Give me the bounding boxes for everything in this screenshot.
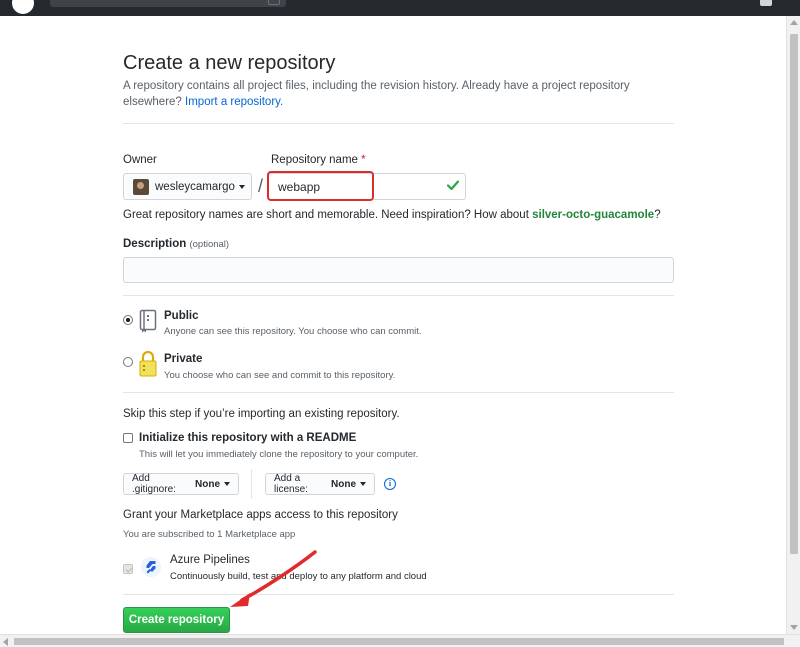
chevron-down-icon: [238, 184, 245, 189]
divider: [123, 295, 674, 296]
slash-shortcut-icon: [268, 0, 280, 5]
search-input[interactable]: [50, 0, 286, 7]
required-mark: *: [361, 154, 366, 166]
owner-avatar: [133, 178, 149, 195]
lock-icon: [139, 350, 157, 377]
description-label-text: Description: [123, 238, 187, 250]
scroll-down-icon[interactable]: [790, 625, 798, 630]
horizontal-scrollbar[interactable]: [0, 634, 800, 647]
public-description: Anyone can see this repository. You choo…: [164, 326, 422, 337]
description-input[interactable]: [123, 257, 674, 283]
azure-pipelines-checkbox[interactable]: [123, 564, 133, 574]
repo-name-label-text: Repository name: [271, 154, 358, 166]
public-title: Public: [164, 310, 199, 322]
readme-description: This will let you immediately clone the …: [139, 449, 419, 460]
chevron-down-icon: [224, 482, 230, 486]
info-icon[interactable]: i: [384, 478, 396, 490]
app-description: Continuously build, test and deploy to a…: [170, 571, 427, 582]
hscrollbar-thumb[interactable]: [14, 638, 784, 645]
create-repository-button[interactable]: Create repository: [123, 607, 230, 633]
chevron-down-icon: [360, 482, 366, 486]
optional-note: (optional): [189, 239, 230, 250]
license-value: None: [331, 478, 356, 490]
divider: [123, 594, 674, 595]
scroll-up-icon[interactable]: [790, 20, 798, 25]
top-navigation-bar: [0, 0, 800, 16]
readme-checkbox[interactable]: [123, 433, 133, 443]
name-suggestion-link[interactable]: silver-octo-guacamole: [532, 209, 654, 221]
owner-dropdown[interactable]: wesleycamargo: [123, 173, 252, 200]
private-description: You choose who can see and commit to thi…: [164, 370, 396, 381]
repo-name-label: Repository name *: [271, 154, 366, 166]
skip-step-note: Skip this step if you’re importing an ex…: [123, 408, 400, 420]
private-title: Private: [164, 353, 203, 365]
repo-name-hint: Great repository names are short and mem…: [123, 209, 661, 221]
scroll-left-icon[interactable]: [3, 638, 8, 646]
public-radio[interactable]: [123, 315, 133, 325]
hint-text: Great repository names are short and mem…: [123, 209, 529, 221]
divider: [123, 392, 674, 393]
vertical-scrollbar[interactable]: [786, 16, 800, 634]
divider: [123, 123, 674, 124]
repo-book-icon: [139, 309, 157, 333]
marketplace-heading: Grant your Marketplace apps access to th…: [123, 509, 398, 521]
private-radio[interactable]: [123, 357, 133, 367]
owner-label: Owner: [123, 154, 157, 166]
readme-label[interactable]: Initialize this repository with a README: [139, 432, 356, 444]
gitignore-value: None: [195, 478, 220, 490]
description-label: Description (optional): [123, 238, 229, 250]
repository-name-input[interactable]: [268, 173, 466, 200]
gitignore-label: Add .gitignore:: [132, 473, 176, 495]
scrollbar-thumb[interactable]: [790, 34, 798, 554]
owner-repo-separator: /: [258, 176, 264, 196]
github-logo-icon[interactable]: [12, 0, 34, 14]
azure-pipelines-icon: [141, 557, 161, 577]
page-title: Create a new repository: [123, 52, 336, 74]
import-repository-link[interactable]: Import a repository.: [185, 96, 283, 108]
license-dropdown[interactable]: Add a license: None: [265, 473, 375, 495]
user-avatar-menu[interactable]: [760, 0, 772, 6]
hint-end: ?: [654, 209, 661, 221]
check-icon: [446, 180, 460, 191]
marketplace-subscribed-note: You are subscribed to 1 Marketplace app: [123, 529, 296, 540]
owner-name: wesleycamargo: [155, 180, 235, 193]
gitignore-dropdown[interactable]: Add .gitignore: None: [123, 473, 239, 495]
app-name: Azure Pipelines: [170, 554, 250, 566]
page-subtitle: A repository contains all project files,…: [123, 78, 683, 110]
license-label: Add a license:: [274, 473, 308, 495]
vertical-divider: [251, 469, 252, 499]
